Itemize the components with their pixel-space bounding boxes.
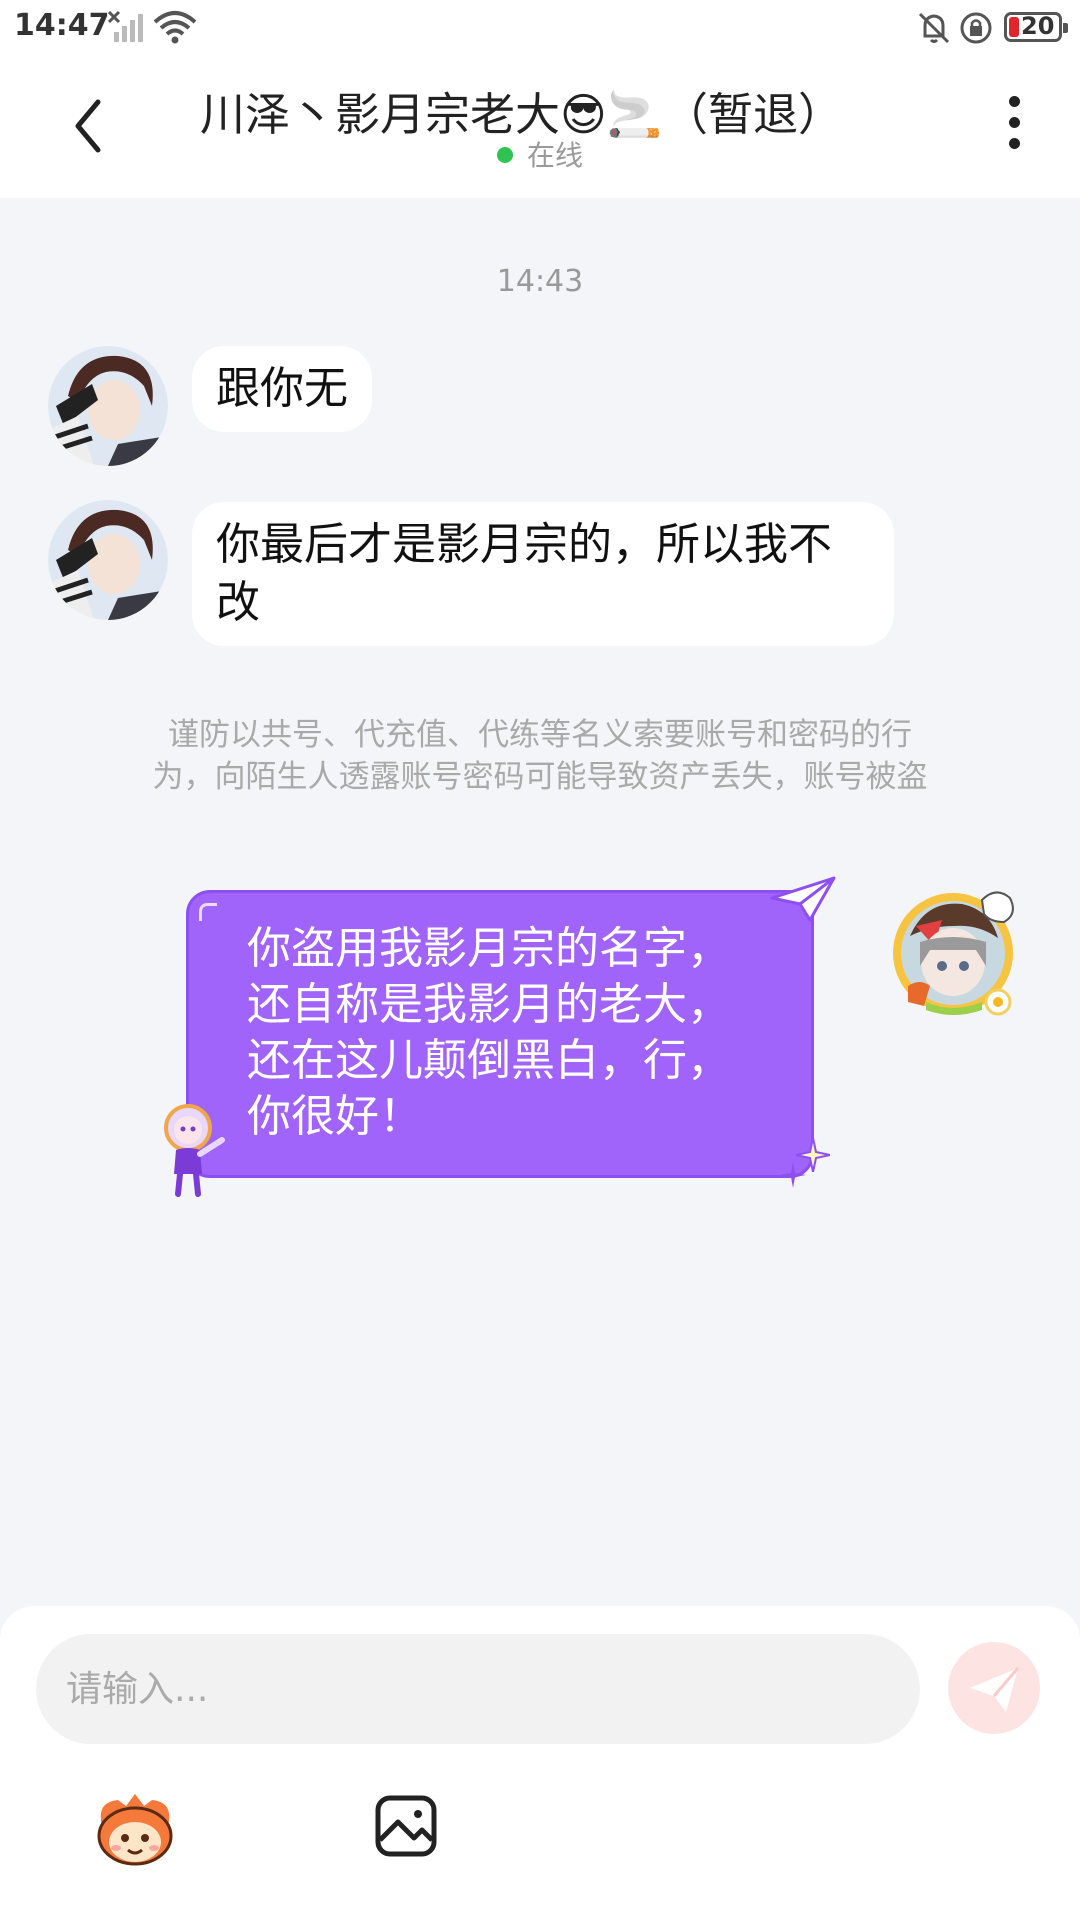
status-bar: 14:47 20 — [0, 0, 1080, 56]
emoji-mascot-icon[interactable] — [92, 1792, 178, 1868]
more-options-icon[interactable] — [996, 96, 1032, 160]
sparkle-icon — [780, 1162, 806, 1188]
outgoing-message: 你盗用我影月宗的名字， 还自称是我影月的老大， 还在这儿颠倒黑白，行， 你很好！ — [186, 890, 814, 1178]
incoming-message: 跟你无 — [192, 346, 372, 432]
astronaut-mascot-decoration-icon — [164, 1104, 225, 1197]
no-sim-signal-icon — [108, 10, 143, 42]
battery-fill — [1009, 17, 1019, 37]
mute-bell-icon — [918, 12, 950, 44]
status-time: 14:47 — [14, 8, 110, 43]
composer-panel — [0, 1606, 1080, 1920]
battery-tip — [1063, 23, 1068, 33]
notice-line: 为，向陌生人透露账号密码可能导致资产丢失，账号被盗 — [152, 759, 928, 795]
message-input[interactable] — [36, 1634, 920, 1744]
wifi-icon — [153, 11, 197, 44]
rotation-lock-icon — [960, 12, 992, 44]
image-icon[interactable] — [374, 1794, 438, 1858]
security-notice: 谨防以共号、代充值、代练等名义索要账号和密码的行 为，向陌生人透露账号密码可能导… — [100, 714, 980, 798]
message-line: 改 — [216, 577, 260, 628]
message-line: 你最后才是影月宗的，所以我不 — [216, 519, 832, 570]
online-status-label: 在线 — [526, 139, 583, 172]
paper-plane-decoration-icon — [770, 876, 836, 922]
contact-avatar[interactable] — [48, 500, 168, 620]
message-line: 还自称是我影月的老大， — [247, 979, 731, 1030]
message-line: 你很好！ — [247, 1091, 423, 1142]
notice-line: 谨防以共号、代充值、代练等名义索要账号和密码的行 — [168, 717, 912, 753]
online-dot — [496, 147, 513, 163]
battery-level: 20 — [1021, 12, 1055, 40]
bubble-corner-decoration — [199, 903, 217, 921]
my-avatar[interactable] — [886, 886, 1020, 1020]
incoming-message: 你最后才是影月宗的，所以我不 改 — [192, 502, 894, 646]
paper-plane-send-icon — [970, 1667, 1020, 1712]
top-bar: 14:47 20 川泽丶影月宗老大😎🚬（暂退） 在线 — [0, 0, 1080, 198]
message-line: 你盗用我影月宗的名字， — [247, 923, 731, 974]
message-timestamp: 14:43 — [496, 264, 584, 299]
battery-icon: 20 — [1004, 12, 1068, 42]
send-button[interactable] — [948, 1642, 1040, 1734]
contact-avatar[interactable] — [48, 346, 168, 466]
chat-title: 川泽丶影月宗老大😎🚬（暂退） — [200, 88, 843, 141]
online-status: 在线 — [0, 134, 1080, 174]
message-line: 还在这儿颠倒黑白，行， — [247, 1035, 731, 1086]
